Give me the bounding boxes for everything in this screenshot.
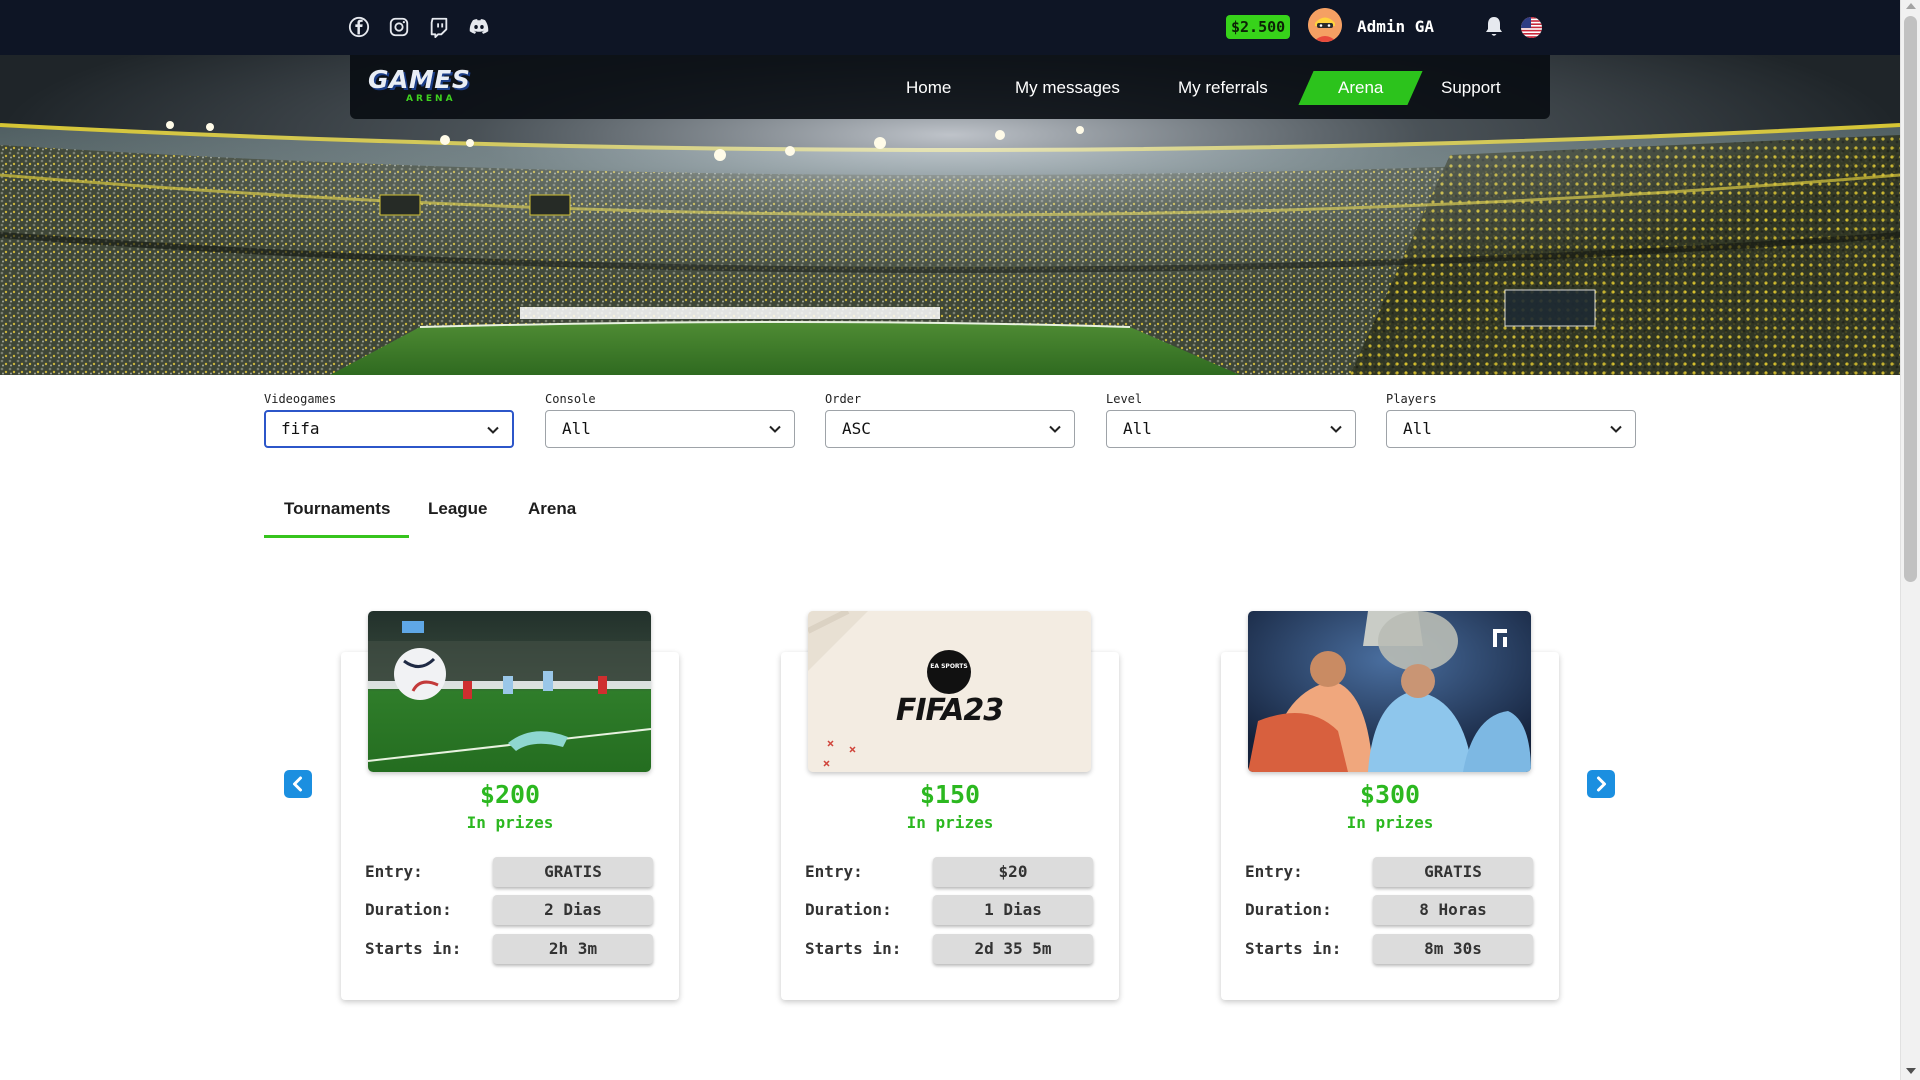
chevron-down-icon	[769, 425, 781, 433]
chevron-left-icon	[293, 776, 302, 792]
nav-my-referrals[interactable]: My referrals	[1178, 71, 1268, 105]
starts-in-value: 2d 35 5m	[933, 934, 1093, 964]
videogames-select[interactable]: fifa	[264, 410, 514, 448]
football-match-image[interactable]	[368, 611, 651, 772]
prize-amount: $150	[919, 780, 981, 809]
filter-order: Order ASC	[825, 392, 1075, 448]
scroll-up-arrow-icon[interactable]	[1906, 3, 1916, 9]
order-select-value: ASC	[842, 419, 871, 438]
filter-players-label: Players	[1386, 392, 1437, 406]
prize-caption: In prizes	[906, 813, 994, 832]
chevron-down-icon	[487, 426, 499, 434]
duration-label: Duration:	[365, 900, 452, 919]
nav-my-messages[interactable]: My messages	[1015, 71, 1120, 105]
starts-in-row: Starts in: 2h 3m	[365, 934, 663, 964]
duration-row: Duration: 1 Dias	[805, 895, 1103, 925]
entry-label: Entry:	[365, 862, 423, 881]
duration-row: Duration: 2 Dias	[365, 895, 663, 925]
starts-in-row: Starts in: 2d 35 5m	[805, 934, 1103, 964]
instagram-icon[interactable]	[386, 14, 412, 40]
fifa23-title: FIFA23	[895, 693, 1004, 728]
duration-row: Duration: 8 Horas	[1245, 895, 1543, 925]
entry-row: Entry: GRATIS	[1245, 857, 1543, 887]
page-scrollbar[interactable]	[1900, 0, 1920, 1080]
bell-icon[interactable]	[1483, 15, 1505, 39]
prize-amount: $200	[479, 780, 541, 809]
duration-value: 2 Dias	[493, 895, 653, 925]
filter-order-label: Order	[825, 392, 862, 406]
us-flag-icon[interactable]	[1521, 17, 1542, 38]
console-select[interactable]: All	[545, 410, 795, 448]
entry-value: GRATIS	[493, 857, 653, 887]
entry-label: Entry:	[805, 862, 863, 881]
prize-caption: In prizes	[1346, 813, 1434, 832]
entry-value: GRATIS	[1373, 857, 1533, 887]
starts-in-value: 8m 30s	[1373, 934, 1533, 964]
duration-label: Duration:	[1245, 900, 1332, 919]
prize-caption: In prizes	[466, 813, 554, 832]
entry-label: Entry:	[1245, 862, 1303, 881]
nav-links: Home My messages My referrals Arena Supp…	[350, 55, 1550, 119]
filter-console-label: Console	[545, 392, 596, 406]
filter-videogames-label: Videogames	[264, 392, 337, 406]
facebook-icon[interactable]	[346, 14, 372, 40]
ea-sports-badge: EA SPORTS	[930, 663, 968, 670]
carousel-prev-button[interactable]	[284, 770, 312, 798]
videogames-select-value: fifa	[281, 419, 320, 438]
entry-row: Entry: GRATIS	[365, 857, 663, 887]
scrollbar-thumb[interactable]	[1904, 16, 1917, 582]
social-links	[346, 14, 492, 40]
starts-in-label: Starts in:	[1245, 939, 1342, 958]
starts-in-row: Starts in: 8m 30s	[1245, 934, 1543, 964]
players-select-value: All	[1403, 419, 1432, 438]
tab-league[interactable]: League	[428, 490, 488, 538]
order-select[interactable]: ASC	[825, 410, 1075, 448]
avatar[interactable]	[1308, 8, 1342, 42]
balance-badge[interactable]: $2.500	[1226, 15, 1291, 39]
chevron-down-icon	[1610, 425, 1622, 433]
scroll-down-arrow-icon[interactable]	[1906, 1068, 1916, 1074]
chevron-down-icon	[1330, 425, 1342, 433]
chevron-down-icon	[1049, 425, 1061, 433]
chevron-right-icon	[1597, 776, 1606, 792]
starts-in-label: Starts in:	[365, 939, 462, 958]
nav-support[interactable]: Support	[1441, 71, 1501, 105]
level-select-value: All	[1123, 419, 1152, 438]
nav-arena-label: Arena	[1338, 78, 1384, 97]
twitch-icon[interactable]	[426, 14, 452, 40]
console-select-value: All	[562, 419, 591, 438]
filter-players: Players All	[1386, 392, 1636, 448]
discord-icon[interactable]	[466, 14, 492, 40]
trophy-celebration-image[interactable]	[1248, 611, 1531, 772]
level-select[interactable]: All	[1106, 410, 1356, 448]
duration-label: Duration:	[805, 900, 892, 919]
tab-arena[interactable]: Arena	[528, 490, 576, 538]
filter-videogames: Videogames fifa	[264, 392, 514, 448]
duration-value: 1 Dias	[933, 895, 1093, 925]
starts-in-value: 2h 3m	[493, 934, 653, 964]
carousel-next-button[interactable]	[1587, 770, 1615, 798]
players-select[interactable]: All	[1386, 410, 1636, 448]
top-bar: $2.500 Admin GA	[0, 0, 1900, 55]
fifa23-cover-image[interactable]: EA SPORTS FIFA23	[808, 611, 1091, 772]
entry-row: Entry: $20	[805, 857, 1103, 887]
nav-arena[interactable]: Arena	[1298, 71, 1423, 105]
filter-console: Console All	[545, 392, 795, 448]
starts-in-label: Starts in:	[805, 939, 902, 958]
username[interactable]: Admin GA	[1357, 15, 1434, 39]
prize-amount: $300	[1359, 780, 1421, 809]
tab-tournaments[interactable]: Tournaments	[264, 490, 409, 538]
entry-value: $20	[933, 857, 1093, 887]
duration-value: 8 Horas	[1373, 895, 1533, 925]
filter-level: Level All	[1106, 392, 1356, 448]
main-navbar: GAMES ARENA Home My messages My referral…	[350, 55, 1550, 119]
filter-level-label: Level	[1106, 392, 1143, 406]
nav-home[interactable]: Home	[906, 71, 951, 105]
